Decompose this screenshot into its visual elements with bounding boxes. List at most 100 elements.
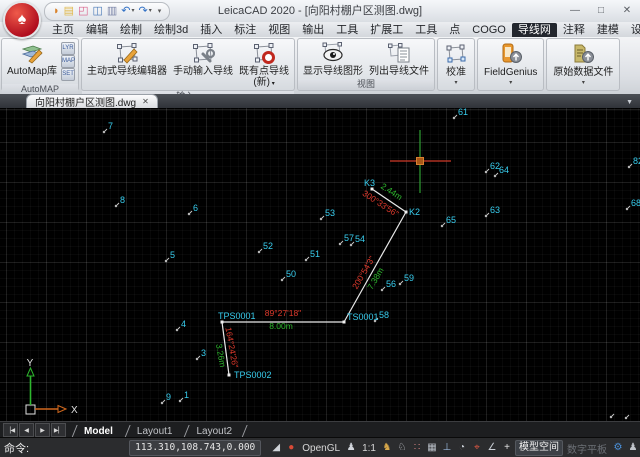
- document-tab[interactable]: 向阳村棚户区测图.dwg ✕: [26, 94, 158, 108]
- qat-overflow-icon[interactable]: ▾: [158, 7, 162, 15]
- user-icon[interactable]: ♟: [626, 439, 640, 457]
- app-logo-icon[interactable]: ♠: [3, 1, 41, 39]
- ribbon-tab-6[interactable]: 视图: [262, 23, 296, 37]
- save-icon[interactable]: ◫: [92, 6, 102, 17]
- command-line[interactable]: 命令:: [0, 440, 129, 456]
- document-tab-close-icon[interactable]: ✕: [142, 97, 149, 106]
- station-node[interactable]: [228, 374, 231, 377]
- survey-point-marker[interactable]: [610, 414, 614, 418]
- ribbon-tab-8[interactable]: 工具: [330, 23, 364, 37]
- ribbon-tab-4[interactable]: 插入: [194, 23, 228, 37]
- ribbon-tab-0[interactable]: 主页: [46, 23, 80, 37]
- calibrate-button[interactable]: 校准 ▾: [440, 40, 472, 89]
- tablet-label[interactable]: 数字平板: [564, 441, 610, 456]
- ribbon-tab-5[interactable]: 标注: [228, 23, 262, 37]
- traverse-editor-button[interactable]: 主动式导线编辑器: [84, 40, 170, 90]
- ribbon-tab-11[interactable]: 点: [443, 23, 466, 37]
- show-traverse-graphics-button[interactable]: 显示导线图形: [300, 40, 366, 78]
- ribbon-tab-13[interactable]: 导线网: [512, 23, 557, 37]
- survey-point-marker[interactable]: [258, 249, 262, 253]
- layout-nav-button-2[interactable]: ▶: [35, 423, 50, 437]
- survey-point-marker[interactable]: [305, 257, 309, 261]
- maximize-button[interactable]: □: [588, 1, 614, 21]
- ribbon-tab-9[interactable]: 扩展工: [364, 23, 409, 37]
- new-file-icon[interactable]: ▤: [64, 6, 74, 17]
- survey-point-marker[interactable]: [441, 223, 445, 227]
- ribbon-tab-15[interactable]: 建模: [591, 23, 625, 37]
- fieldgenius-button[interactable]: FieldGenius ▾: [480, 40, 541, 89]
- survey-point-marker[interactable]: [165, 258, 169, 262]
- ucs-preview-icon[interactable]: ◢: [269, 439, 283, 457]
- survey-point-marker[interactable]: [381, 287, 385, 291]
- otrack-icon[interactable]: ∠: [485, 439, 499, 457]
- ribbon-tab-2[interactable]: 绘制: [114, 23, 148, 37]
- survey-point-marker[interactable]: [399, 281, 403, 285]
- drawing-canvas[interactable]: 7865525153575461626463658268504391565958…: [0, 108, 640, 421]
- layout-nav-button-3[interactable]: ▶▏: [51, 423, 66, 437]
- survey-point-marker[interactable]: [628, 164, 632, 168]
- existing-points-traverse-button[interactable]: 既有点导线 (新) ▾: [236, 40, 292, 90]
- automap-small-button-1[interactable]: LYR: [61, 42, 75, 55]
- minimize-button[interactable]: —: [562, 1, 588, 21]
- layout-tab-Layout2[interactable]: Layout2: [183, 424, 243, 438]
- scale-label[interactable]: 1:1: [359, 443, 379, 454]
- survey-point-marker[interactable]: [161, 400, 165, 404]
- layout-nav-button-0[interactable]: ▕◀: [3, 423, 18, 437]
- grid-icon[interactable]: ▦: [425, 439, 439, 457]
- walkthrough-icon[interactable]: ♟: [344, 439, 358, 457]
- layout-tab-Layout1[interactable]: Layout1: [124, 424, 184, 438]
- layout-tab-Model[interactable]: Model: [71, 424, 124, 438]
- survey-point-marker[interactable]: [115, 203, 119, 207]
- model-space-label[interactable]: 模型空间: [515, 440, 563, 456]
- ribbon-tab-14[interactable]: 注释: [557, 23, 591, 37]
- survey-point-marker[interactable]: [281, 277, 285, 281]
- survey-point-marker[interactable]: [453, 115, 457, 119]
- survey-point-marker[interactable]: [103, 129, 107, 133]
- station-node[interactable]: [405, 211, 408, 214]
- automap-library-button[interactable]: AutoMap库: [4, 40, 60, 83]
- osnap-icon[interactable]: ⌖: [470, 439, 484, 457]
- annotation-scale-icon[interactable]: ♞: [380, 439, 394, 457]
- survey-point-marker[interactable]: [196, 356, 200, 360]
- survey-point-marker[interactable]: [176, 327, 180, 331]
- ribbon-tab-10[interactable]: 工具: [409, 23, 443, 37]
- ribbon-tab-7[interactable]: 输出: [296, 23, 330, 37]
- raw-data-file-button[interactable]: 原始数据文件 ▾: [549, 40, 617, 89]
- annotation-toggle-icon[interactable]: ●: [284, 439, 298, 457]
- survey-point-marker[interactable]: [485, 213, 489, 217]
- survey-point-marker[interactable]: [339, 241, 343, 245]
- automap-small-button-2[interactable]: MAP: [61, 55, 75, 68]
- ribbon-tab-12[interactable]: COGO: [466, 23, 512, 37]
- dyn-input-icon[interactable]: +: [500, 439, 514, 457]
- plot-preview-icon[interactable]: ▥: [107, 6, 117, 17]
- ortho-icon[interactable]: ⊥: [440, 439, 454, 457]
- ribbon-tab-3[interactable]: 绘制3d: [148, 23, 194, 37]
- annotation-auto-icon[interactable]: ♘: [395, 439, 409, 457]
- station-node[interactable]: [343, 321, 346, 324]
- document-tab-overflow-icon[interactable]: ▼: [626, 99, 640, 108]
- traverse-segment[interactable]: [344, 212, 406, 322]
- automap-small-button-3[interactable]: SET: [61, 68, 75, 81]
- survey-point-marker[interactable]: [625, 415, 629, 419]
- settings-icon[interactable]: ⚙: [611, 439, 625, 457]
- survey-point-marker[interactable]: [320, 216, 324, 220]
- undo-icon[interactable]: ↶▾: [121, 6, 134, 17]
- close-button[interactable]: ✕: [614, 1, 640, 21]
- redo-icon[interactable]: ↷▾: [139, 6, 152, 17]
- open-file-icon[interactable]: ◰: [78, 6, 88, 17]
- layout-nav-button-1[interactable]: ◀: [19, 423, 34, 437]
- survey-point-marker[interactable]: [494, 173, 498, 177]
- ribbon-tab-1[interactable]: 编辑: [80, 23, 114, 37]
- survey-point-marker[interactable]: [485, 169, 489, 173]
- ribbon-tab-16[interactable]: 设计: [625, 23, 640, 37]
- mapworks-icon[interactable]: ◗: [53, 6, 60, 17]
- survey-point-marker[interactable]: [188, 211, 192, 215]
- polar-icon[interactable]: ◔: [455, 439, 469, 457]
- snap-icon[interactable]: ∷: [410, 439, 424, 457]
- manual-traverse-button[interactable]: 手动输入导线: [170, 40, 236, 90]
- drawing-svg[interactable]: 7865525153575461626463658268504391565958…: [0, 108, 640, 421]
- opengl-label[interactable]: OpenGL: [299, 443, 343, 454]
- survey-point-marker[interactable]: [626, 206, 630, 210]
- list-traverse-file-button[interactable]: 列出导线文件: [366, 40, 432, 78]
- survey-point-marker[interactable]: [179, 398, 183, 402]
